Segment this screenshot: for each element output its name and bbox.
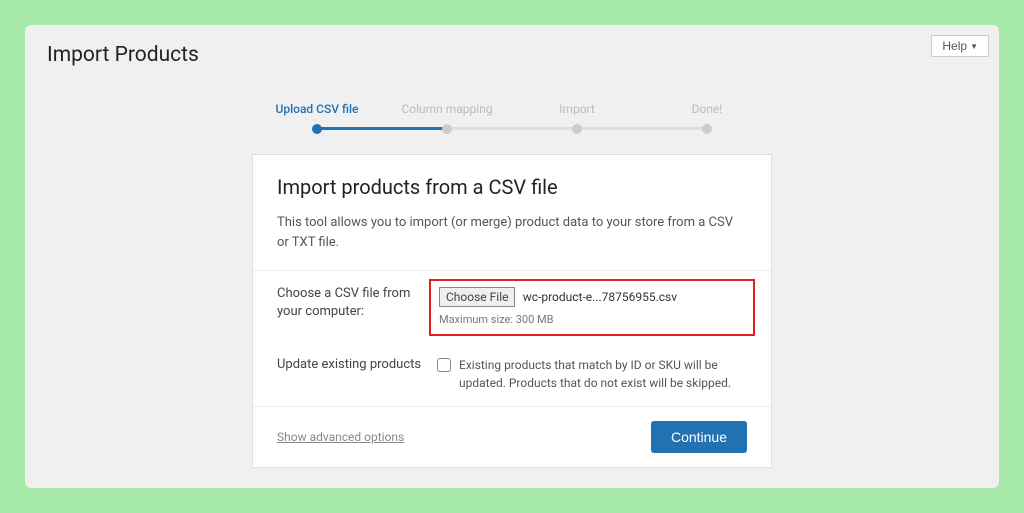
continue-button[interactable]: Continue <box>651 421 747 453</box>
step-dot-icon <box>572 124 582 134</box>
step-dot-icon <box>312 124 322 134</box>
step-line <box>577 127 707 130</box>
step-line <box>447 127 577 130</box>
update-label: Update existing products <box>277 356 437 392</box>
card-footer: Show advanced options Continue <box>253 406 771 467</box>
highlight-box: Choose File wc-product-e...78756955.csv … <box>429 279 755 336</box>
import-card: Import products from a CSV file This too… <box>252 154 772 468</box>
admin-panel: Help Import Products Upload CSV file Col… <box>25 25 999 488</box>
step-label: Upload CSV file <box>275 102 358 116</box>
help-button[interactable]: Help <box>931 35 989 57</box>
file-row: Choose a CSV file from your computer: Ch… <box>253 271 771 342</box>
page-title: Import Products <box>47 43 977 67</box>
step-label: Import <box>559 102 595 116</box>
step-dot-icon <box>442 124 452 134</box>
step-line <box>317 127 447 130</box>
card-title: Import products from a CSV file <box>277 175 747 199</box>
step-upload: Upload CSV file <box>252 102 382 134</box>
file-label: Choose a CSV file from your computer: <box>277 285 437 328</box>
step-label: Column mapping <box>401 102 492 116</box>
selected-filename: wc-product-e...78756955.csv <box>523 290 677 304</box>
choose-file-button[interactable]: Choose File <box>439 287 515 307</box>
update-row: Update existing products Existing produc… <box>253 342 771 406</box>
card-header: Import products from a CSV file This too… <box>253 155 771 271</box>
checkbox-description: Existing products that match by ID or SK… <box>459 356 747 392</box>
stepper: Upload CSV file Column mapping Import Do… <box>252 102 772 134</box>
card-description: This tool allows you to import (or merge… <box>277 213 747 252</box>
advanced-options-link[interactable]: Show advanced options <box>277 430 404 444</box>
update-checkbox[interactable] <box>437 358 451 372</box>
file-size-hint: Maximum size: 300 MB <box>439 313 745 326</box>
checkbox-wrapper: Existing products that match by ID or SK… <box>437 356 747 392</box>
step-label: Done! <box>692 102 723 116</box>
step-dot-icon <box>702 124 712 134</box>
